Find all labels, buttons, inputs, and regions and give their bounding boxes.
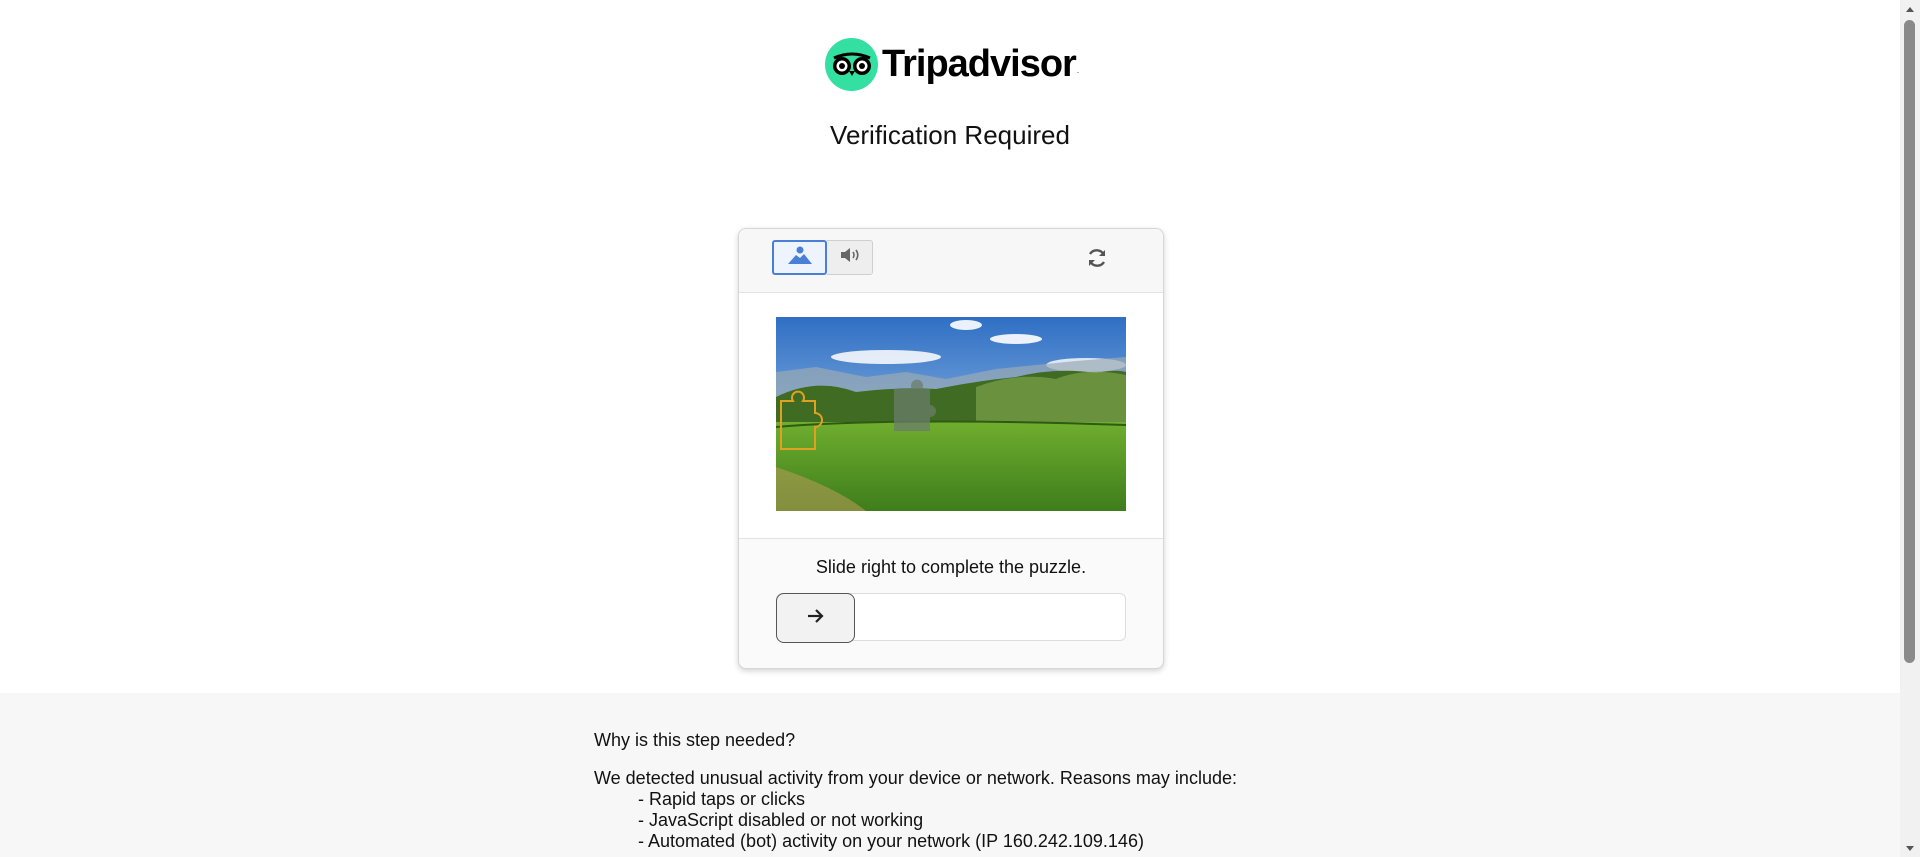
challenge-mode-switch bbox=[772, 240, 873, 275]
scroll-up-arrow-icon[interactable] bbox=[1900, 0, 1920, 17]
info-paragraph: We detected unusual activity from your d… bbox=[594, 768, 1237, 788]
brand-name: Tripadvisor bbox=[882, 42, 1077, 85]
puzzle-image bbox=[776, 317, 1126, 511]
info-question: Why is this step needed? bbox=[594, 730, 796, 750]
vertical-scrollbar[interactable] bbox=[1900, 0, 1920, 857]
captcha-toolbar bbox=[739, 229, 1163, 293]
image-challenge-button[interactable] bbox=[772, 240, 827, 275]
page: Tripadvisor . Verification Required Slid… bbox=[0, 0, 1900, 857]
tripadvisor-logo: Tripadvisor . bbox=[825, 37, 1079, 91]
page-title: Verification Required bbox=[830, 120, 1070, 150]
slider-instruction: Slide right to complete the puzzle. bbox=[815, 557, 1087, 577]
reason-item: - JavaScript disabled or not working bbox=[638, 810, 924, 830]
scroll-down-arrow-icon[interactable] bbox=[1900, 840, 1920, 857]
landscape-icon bbox=[787, 245, 813, 270]
captcha-card: Slide right to complete the puzzle. bbox=[738, 228, 1164, 669]
audio-challenge-button[interactable] bbox=[827, 240, 873, 275]
reasons-list: - Rapid taps or clicks - JavaScript disa… bbox=[594, 789, 1237, 852]
refresh-icon bbox=[1085, 246, 1109, 275]
arrow-right-icon bbox=[806, 608, 826, 629]
reason-item: - Automated (bot) activity on your netwo… bbox=[638, 831, 1144, 851]
puzzle-area bbox=[739, 293, 1163, 539]
reason-item: - Rapid taps or clicks bbox=[638, 789, 806, 809]
info-content: Why is this step needed? We detected unu… bbox=[594, 730, 1237, 852]
brand-trademark: . bbox=[1076, 66, 1080, 75]
speaker-icon bbox=[839, 247, 861, 268]
info-section: Why is this step needed? We detected unu… bbox=[0, 693, 1900, 857]
refresh-button[interactable] bbox=[1084, 247, 1110, 273]
scrollbar-thumb[interactable] bbox=[1904, 20, 1915, 663]
slider-handle[interactable] bbox=[776, 593, 855, 643]
owl-logo-icon bbox=[825, 37, 878, 91]
